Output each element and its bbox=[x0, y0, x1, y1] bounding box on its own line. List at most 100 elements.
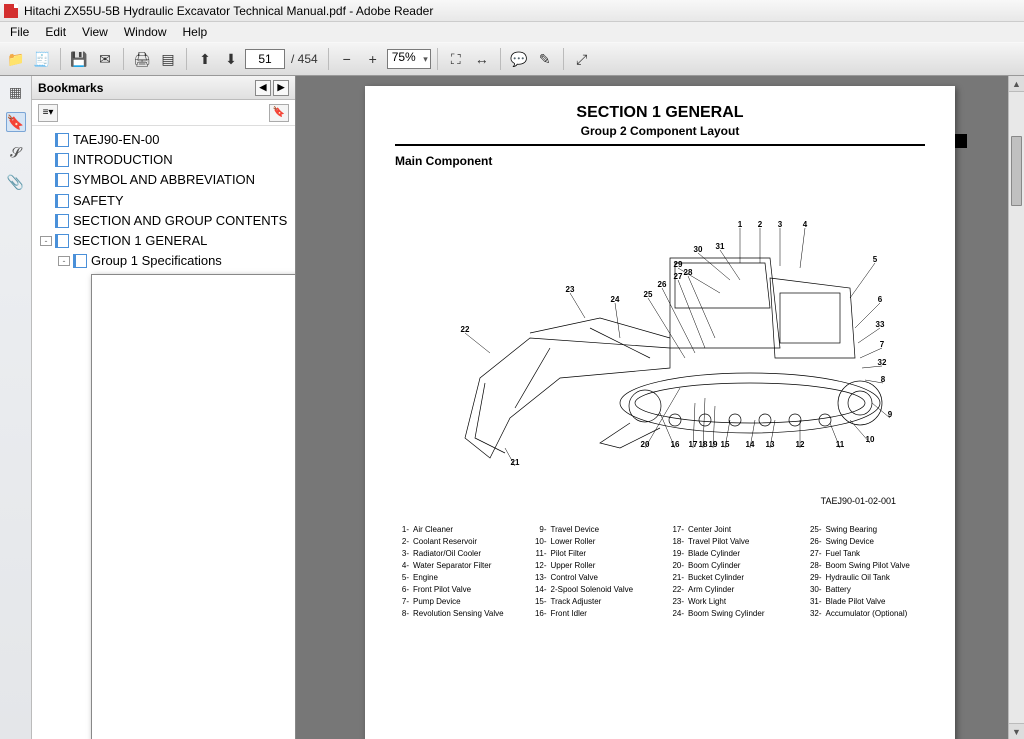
zoom-select[interactable]: 75% bbox=[387, 49, 431, 69]
create-pdf-icon[interactable]: 🧾 bbox=[30, 47, 54, 71]
legend-text: 2-Spool Solenoid Valve bbox=[551, 584, 634, 596]
legend-text: Control Valve bbox=[551, 572, 598, 584]
bookmark-item[interactable]: TAEJ90-EN-00 bbox=[34, 130, 293, 150]
prev-page-icon[interactable]: ⬆ bbox=[193, 47, 217, 71]
legend-text: Air Cleaner bbox=[413, 524, 453, 536]
thumbnails-panel-icon[interactable]: ▦ bbox=[6, 82, 26, 102]
spacer bbox=[40, 196, 52, 206]
legend-text: Coolant Reservoir bbox=[413, 536, 477, 548]
legend-num: 31- bbox=[808, 596, 826, 608]
legend-text: Water Separator Filter bbox=[413, 560, 491, 572]
svg-text:30: 30 bbox=[694, 245, 703, 254]
bookmark-item[interactable]: -Group 1 Specifications bbox=[34, 251, 293, 271]
highlight-icon[interactable]: ✎ bbox=[533, 47, 557, 71]
bookmark-item[interactable]: INTRODUCTION bbox=[34, 150, 293, 170]
legend-row: 1-Air Cleaner bbox=[395, 524, 513, 536]
legend-text: Swing Bearing bbox=[826, 524, 878, 536]
legend-text: Blade Cylinder bbox=[688, 548, 740, 560]
svg-text:19: 19 bbox=[709, 440, 718, 449]
menu-edit[interactable]: Edit bbox=[37, 23, 74, 41]
bookmark-item[interactable]: SECTION AND GROUP CONTENTS bbox=[34, 211, 293, 231]
print-icon[interactable]: 🖨 bbox=[130, 47, 154, 71]
page-thumbnails-icon[interactable]: ▤ bbox=[156, 47, 180, 71]
svg-text:3: 3 bbox=[778, 220, 783, 229]
svg-text:25: 25 bbox=[644, 290, 653, 299]
legend-num: 16- bbox=[533, 608, 551, 620]
page-input[interactable] bbox=[245, 49, 285, 69]
svg-text:32: 32 bbox=[878, 358, 887, 367]
open-icon[interactable]: 📁 bbox=[4, 47, 28, 71]
svg-text:20: 20 bbox=[641, 440, 650, 449]
menu-file[interactable]: File bbox=[2, 23, 37, 41]
bookmarks-panel-icon[interactable]: 🔖 bbox=[6, 112, 26, 132]
bookmark-label: SECTION AND GROUP CONTENTS bbox=[73, 212, 293, 230]
fit-page-icon[interactable]: ⛶ bbox=[444, 47, 468, 71]
menu-help[interactable]: Help bbox=[175, 23, 216, 41]
legend-num: 26- bbox=[808, 536, 826, 548]
legend-num: 27- bbox=[808, 548, 826, 560]
mail-icon[interactable]: ✉ bbox=[93, 47, 117, 71]
scroll-down-icon[interactable]: ▼ bbox=[1009, 723, 1024, 739]
legend-num: 29- bbox=[808, 572, 826, 584]
bookmark-folder-icon bbox=[55, 214, 69, 228]
legend-row: 27-Fuel Tank bbox=[808, 548, 926, 560]
fit-width-icon[interactable]: ↔ bbox=[470, 47, 494, 71]
save-icon[interactable]: 💾 bbox=[67, 47, 91, 71]
document-area[interactable]: SECTION 1 GENERAL Group 2 Component Layo… bbox=[296, 76, 1024, 739]
bookmarks-expand-icon[interactable]: ▶ bbox=[273, 80, 289, 96]
bookmark-item[interactable]: Std. Specification bbox=[34, 271, 293, 739]
legend-row: 14-2-Spool Solenoid Valve bbox=[533, 584, 651, 596]
svg-text:11: 11 bbox=[836, 440, 845, 449]
svg-text:15: 15 bbox=[721, 440, 730, 449]
collapse-icon[interactable]: - bbox=[40, 236, 52, 246]
legend-num: 8- bbox=[395, 608, 413, 620]
component-legend: 1-Air Cleaner2-Coolant Reservoir3-Radiat… bbox=[395, 524, 925, 620]
legend-num: 6- bbox=[395, 584, 413, 596]
legend-num: 13- bbox=[533, 572, 551, 584]
bookmark-folder-icon bbox=[55, 173, 69, 187]
legend-text: Revolution Sensing Valve bbox=[413, 608, 504, 620]
bookmark-item[interactable]: SYMBOL AND ABBREVIATION bbox=[34, 170, 293, 190]
svg-text:7: 7 bbox=[880, 340, 885, 349]
bookmarks-options-icon[interactable]: ≡▾ bbox=[38, 104, 58, 122]
bookmark-item[interactable]: SAFETY bbox=[34, 191, 293, 211]
scroll-thumb[interactable] bbox=[1011, 136, 1022, 206]
legend-text: Track Adjuster bbox=[551, 596, 602, 608]
legend-text: Pump Device bbox=[413, 596, 461, 608]
attachments-panel-icon[interactable]: 📎 bbox=[6, 172, 26, 192]
legend-row: 16-Front Idler bbox=[533, 608, 651, 620]
bookmarks-collapse-icon[interactable]: ◀ bbox=[255, 80, 271, 96]
legend-text: Engine bbox=[413, 572, 438, 584]
scroll-up-icon[interactable]: ▲ bbox=[1009, 76, 1024, 92]
legend-num: 9- bbox=[533, 524, 551, 536]
next-page-icon[interactable]: ⬇ bbox=[219, 47, 243, 71]
svg-text:24: 24 bbox=[611, 295, 620, 304]
menu-view[interactable]: View bbox=[74, 23, 116, 41]
spacer bbox=[40, 135, 52, 145]
bookmarks-new-icon[interactable]: 🔖 bbox=[269, 104, 289, 122]
read-mode-icon[interactable]: ⤢ bbox=[570, 47, 594, 71]
menu-window[interactable]: Window bbox=[116, 23, 175, 41]
zoom-in-icon[interactable]: + bbox=[361, 47, 385, 71]
pdf-icon bbox=[4, 4, 18, 18]
vertical-scrollbar[interactable]: ▲ ▼ bbox=[1008, 76, 1024, 739]
legend-num: 7- bbox=[395, 596, 413, 608]
zoom-out-icon[interactable]: − bbox=[335, 47, 359, 71]
signatures-panel-icon[interactable]: 𝓢 bbox=[6, 142, 26, 162]
spacer bbox=[40, 155, 52, 165]
legend-row: 24-Boom Swing Cylinder bbox=[670, 608, 788, 620]
legend-row: 17-Center Joint bbox=[670, 524, 788, 536]
comment-icon[interactable]: 💬 bbox=[507, 47, 531, 71]
legend-text: Hydraulic Oil Tank bbox=[826, 572, 890, 584]
diagram-id: TAEJ90-01-02-001 bbox=[821, 496, 896, 506]
legend-text: Bucket Cylinder bbox=[688, 572, 744, 584]
legend-row: 15-Track Adjuster bbox=[533, 596, 651, 608]
nav-iconstrip: ▦ 🔖 𝓢 📎 bbox=[0, 76, 32, 739]
legend-text: Fuel Tank bbox=[826, 548, 861, 560]
collapse-icon[interactable]: - bbox=[58, 256, 70, 266]
legend-text: Upper Roller bbox=[551, 560, 596, 572]
component-diagram: 1234563373289101112131415161718192021222… bbox=[420, 208, 900, 508]
legend-text: Center Joint bbox=[688, 524, 731, 536]
bookmark-item[interactable]: -SECTION 1 GENERAL bbox=[34, 231, 293, 251]
legend-column: 17-Center Joint18-Travel Pilot Valve19-B… bbox=[670, 524, 788, 620]
